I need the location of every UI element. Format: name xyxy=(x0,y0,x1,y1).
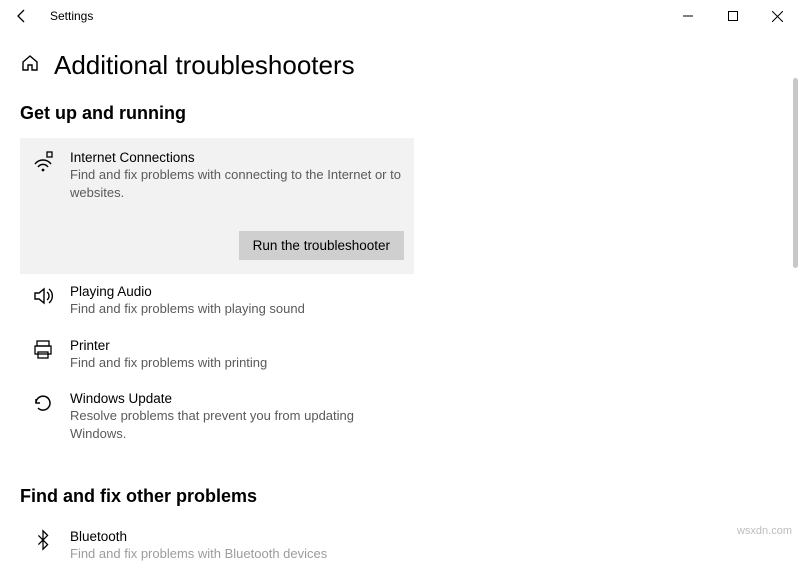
troubleshooter-desc: Find and fix problems with printing xyxy=(70,354,404,372)
section-find-fix-other: Find and fix other problems xyxy=(20,486,780,507)
troubleshooter-title: Windows Update xyxy=(70,391,404,406)
titlebar: Settings xyxy=(0,0,800,32)
printer-icon xyxy=(30,338,56,372)
troubleshooter-title: Printer xyxy=(70,338,404,353)
close-button[interactable] xyxy=(755,2,800,30)
section-get-up-running: Get up and running xyxy=(20,103,780,124)
run-troubleshooter-button[interactable]: Run the troubleshooter xyxy=(239,231,404,260)
window-title: Settings xyxy=(50,9,93,23)
back-button[interactable] xyxy=(8,2,36,30)
audio-icon xyxy=(30,284,56,318)
update-icon xyxy=(30,391,56,442)
internet-icon xyxy=(30,150,56,201)
troubleshooter-internet-connections[interactable]: Internet Connections Find and fix proble… xyxy=(20,138,414,274)
bluetooth-icon xyxy=(30,529,56,563)
troubleshooter-title: Internet Connections xyxy=(70,150,404,165)
maximize-button[interactable] xyxy=(710,2,755,30)
troubleshooter-playing-audio[interactable]: Playing Audio Find and fix problems with… xyxy=(20,274,414,328)
troubleshooter-desc: Find and fix problems with connecting to… xyxy=(70,166,404,201)
home-icon[interactable] xyxy=(20,53,40,78)
watermark: wsxdn.com xyxy=(737,525,792,537)
troubleshooter-bluetooth[interactable]: Bluetooth Find and fix problems with Blu… xyxy=(20,519,414,563)
minimize-button[interactable] xyxy=(665,2,710,30)
troubleshooter-desc: Find and fix problems with Bluetooth dev… xyxy=(70,545,404,563)
troubleshooter-windows-update[interactable]: Windows Update Resolve problems that pre… xyxy=(20,381,414,452)
troubleshooter-title: Bluetooth xyxy=(70,529,404,544)
page-title: Additional troubleshooters xyxy=(54,50,355,81)
troubleshooter-printer[interactable]: Printer Find and fix problems with print… xyxy=(20,328,414,382)
troubleshooter-desc: Resolve problems that prevent you from u… xyxy=(70,407,404,442)
content-area: Additional troubleshooters Get up and ru… xyxy=(0,50,800,563)
troubleshooter-desc: Find and fix problems with playing sound xyxy=(70,300,404,318)
scrollbar-thumb[interactable] xyxy=(793,78,798,268)
troubleshooter-title: Playing Audio xyxy=(70,284,404,299)
